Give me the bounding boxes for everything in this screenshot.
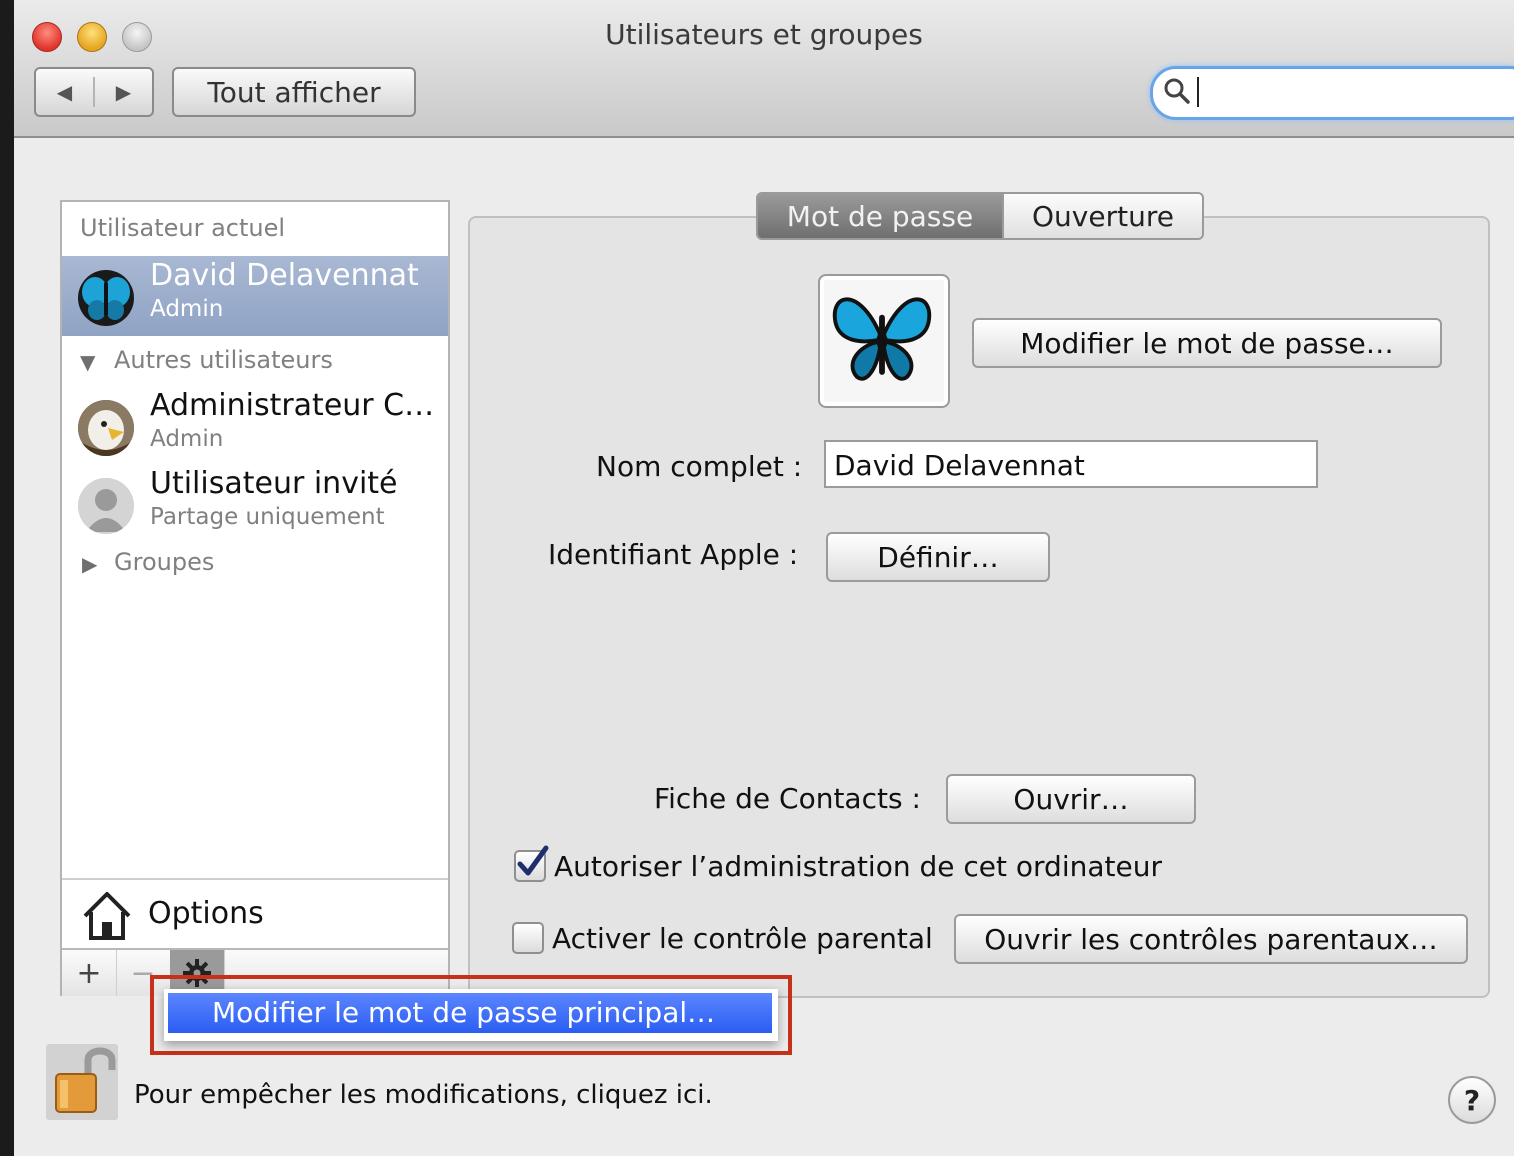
user-row-admin[interactable]: Administrateur C… Admin xyxy=(62,386,448,466)
lock-icon[interactable] xyxy=(46,1044,118,1120)
lock-message[interactable]: Pour empêcher les modifications, cliquez… xyxy=(134,1080,713,1110)
user-role: Partage uniquement xyxy=(150,504,385,530)
user-name: Utilisateur invité xyxy=(150,466,398,501)
user-name: David Delavennat xyxy=(150,258,419,293)
open-parental-controls-button[interactable]: Ouvrir les contrôles parentaux… xyxy=(954,914,1468,964)
groups-header[interactable]: Groupes xyxy=(114,548,214,576)
disclosure-closed-icon[interactable]: ▶ xyxy=(82,552,97,576)
text-caret xyxy=(1197,77,1199,107)
full-name-label: Nom complet : xyxy=(596,450,803,483)
title-bar: Utilisateurs et groupes ◀ ▶ Tout affiche… xyxy=(14,0,1514,138)
options-label: Options xyxy=(148,896,264,931)
user-row-guest[interactable]: Utilisateur invité Partage uniquement xyxy=(62,464,448,544)
search-field[interactable] xyxy=(1150,66,1514,120)
parental-controls-label[interactable]: Activer le contrôle parental xyxy=(552,922,933,955)
show-all-button[interactable]: Tout afficher xyxy=(172,67,416,117)
change-password-button[interactable]: Modifier le mot de passe… xyxy=(972,318,1442,368)
disclosure-open-icon[interactable]: ▼ xyxy=(80,350,95,374)
window-title: Utilisateurs et groupes xyxy=(605,18,923,51)
house-icon xyxy=(83,892,131,940)
tab-login-items[interactable]: Ouverture xyxy=(1002,194,1202,238)
set-apple-id-button[interactable]: Définir… xyxy=(826,532,1050,582)
apple-id-label: Identifiant Apple : xyxy=(548,538,799,571)
full-name-field[interactable]: David Delavennat xyxy=(824,440,1318,488)
menu-callout-highlight: Modifier le mot de passe principal… xyxy=(150,975,792,1055)
help-button[interactable]: ? xyxy=(1448,1076,1496,1124)
other-users-header: Autres utilisateurs xyxy=(114,346,333,374)
settings-tabs: Mot de passe Ouverture xyxy=(756,192,1204,240)
butterfly-icon xyxy=(832,297,932,381)
back-forward-control: ◀ ▶ xyxy=(34,67,154,117)
search-icon xyxy=(1164,78,1190,104)
tab-password[interactable]: Mot de passe xyxy=(758,194,1002,238)
eagle-avatar-icon xyxy=(78,400,134,456)
back-button[interactable]: ◀ xyxy=(36,69,93,115)
user-row-current[interactable]: David Delavennat Admin xyxy=(62,256,448,336)
preferences-window: Utilisateurs et groupes ◀ ▶ Tout affiche… xyxy=(14,0,1514,1156)
contacts-card-label: Fiche de Contacts : xyxy=(654,782,921,815)
butterfly-avatar-icon xyxy=(78,270,134,326)
add-user-button[interactable]: + xyxy=(62,950,117,996)
guest-avatar-icon xyxy=(78,478,134,534)
user-name: Administrateur C… xyxy=(150,388,435,423)
user-picture-well[interactable] xyxy=(818,274,950,408)
open-contacts-button[interactable]: Ouvrir… xyxy=(946,774,1196,824)
allow-admin-checkbox[interactable] xyxy=(514,845,549,882)
user-role: Admin xyxy=(150,296,224,322)
action-popup-menu: Modifier le mot de passe principal… xyxy=(164,989,778,1041)
parental-controls-checkbox[interactable] xyxy=(512,922,544,954)
user-role: Admin xyxy=(150,426,224,452)
users-sidebar: Utilisateur actuel David Delavennat Admi… xyxy=(60,200,450,996)
login-options-row[interactable]: Options xyxy=(62,878,448,948)
menu-item-change-master-password[interactable]: Modifier le mot de passe principal… xyxy=(168,993,772,1033)
allow-admin-label[interactable]: Autoriser l’administration de cet ordina… xyxy=(554,850,1162,883)
checkmark-icon xyxy=(517,845,549,876)
current-user-header: Utilisateur actuel xyxy=(80,214,286,242)
forward-button[interactable]: ▶ xyxy=(95,69,152,115)
